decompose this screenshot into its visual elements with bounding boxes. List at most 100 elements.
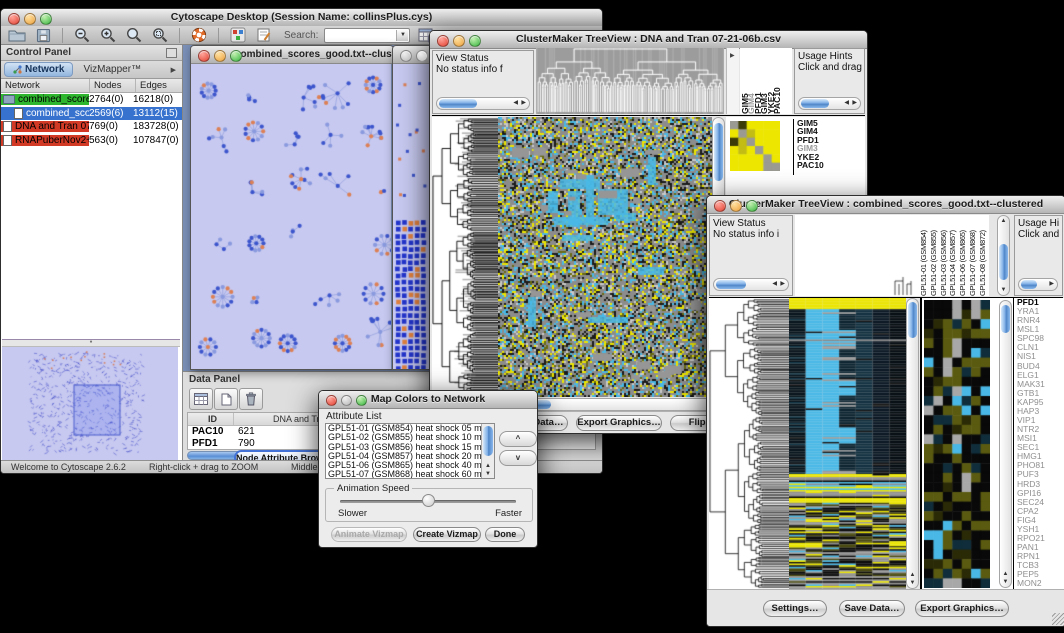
close-button[interactable] xyxy=(400,50,412,62)
move-down-button[interactable]: v xyxy=(499,450,537,466)
list-scrollbar[interactable]: ▲▼ xyxy=(481,424,494,478)
network-list-row[interactable]: combined_sco 2569(6) 13112(15) xyxy=(1,107,182,121)
zoom-button[interactable] xyxy=(40,13,52,25)
dialog-button[interactable]: Done xyxy=(485,527,525,542)
window-controls[interactable] xyxy=(326,395,367,406)
column-nodes[interactable]: Nodes xyxy=(90,79,136,92)
treeview2-titlebar[interactable]: ClusterMaker TreeView : combined_scores_… xyxy=(707,196,1064,214)
column-label[interactable]: GIM3 xyxy=(759,48,765,114)
treeview-button[interactable]: Export Graphics… xyxy=(576,415,662,431)
minimize-button[interactable] xyxy=(453,35,465,47)
zoom-button[interactable] xyxy=(469,35,481,47)
save-icon[interactable] xyxy=(33,27,53,44)
zoom-heatmap-canvas[interactable] xyxy=(924,300,990,588)
network-list-row[interactable]: DNA and Tran 07 769(0) 183728(0) xyxy=(1,120,182,134)
network-view-titlebar[interactable]: combined_scores_good.txt--cluste... xyxy=(191,46,393,64)
tab-vizmapper[interactable]: VizMapper™ xyxy=(73,64,151,75)
close-button[interactable] xyxy=(326,395,337,406)
splitter-handle[interactable]: ● xyxy=(2,340,180,347)
zoom-button[interactable] xyxy=(356,395,367,406)
help-lifebuoy-icon[interactable] xyxy=(189,27,209,44)
dialog-button[interactable]: Animate Vizmap xyxy=(331,527,407,542)
treeview-button[interactable]: Save Data… xyxy=(839,600,905,617)
close-button[interactable] xyxy=(8,13,20,25)
dialog-button[interactable]: Create Vizmap xyxy=(413,527,481,542)
minimize-button[interactable] xyxy=(214,50,226,62)
hints-scrollbar[interactable]: ▶ xyxy=(1018,278,1058,291)
minimize-button[interactable] xyxy=(730,200,742,212)
column-label[interactable]: GPL51-03 (GSM856) xyxy=(939,215,949,296)
select-attributes-icon[interactable] xyxy=(189,388,213,410)
zoom-out-icon[interactable] xyxy=(72,27,92,44)
heatmap-canvas[interactable] xyxy=(498,117,712,397)
resize-grip[interactable] xyxy=(1052,613,1064,625)
column-label[interactable]: GPL51-07 (GSM868) xyxy=(968,215,978,296)
minimize-button[interactable] xyxy=(341,395,352,406)
zoom-selected-icon[interactable] xyxy=(150,27,170,44)
hints-scrollbar[interactable]: ◀▶ xyxy=(798,97,861,110)
attribute-list[interactable]: GPL51-01 (GSM854) heat shock 05 minGPL51… xyxy=(325,423,495,479)
treeview1-titlebar[interactable]: ClusterMaker TreeView : DNA and Tran 07-… xyxy=(430,31,867,49)
vizmap-icon[interactable] xyxy=(228,27,248,44)
zoom-button[interactable] xyxy=(746,200,758,212)
gene-label[interactable]: MON2 xyxy=(1014,579,1064,588)
minimize-button[interactable] xyxy=(416,50,428,62)
network-graph-canvas[interactable] xyxy=(191,64,391,369)
column-network[interactable]: Network xyxy=(1,79,90,92)
zoom-in-icon[interactable] xyxy=(98,27,118,44)
move-up-button[interactable]: ^ xyxy=(499,431,537,447)
main-titlebar[interactable]: Cytoscape Desktop (Session Name: collins… xyxy=(1,9,602,27)
column-label[interactable]: GPL51-08 (GSM872) xyxy=(978,215,988,296)
column-label[interactable]: GIM4 xyxy=(746,48,752,114)
heatmap-canvas[interactable] xyxy=(789,298,906,589)
column-label[interactable]: GPL51-02 (GSM855) xyxy=(929,215,939,296)
row-dendrogram-canvas[interactable] xyxy=(709,298,789,589)
labels-vscrollbar[interactable]: ▲▼ xyxy=(997,215,1010,296)
column-dendrogram-canvas[interactable] xyxy=(536,48,724,114)
heatmap-vscrollbar[interactable]: ▲▼ xyxy=(906,298,919,589)
open-file-icon[interactable] xyxy=(7,27,27,44)
delete-attribute-trash-icon[interactable] xyxy=(239,388,263,410)
row-label[interactable]: PAC10 xyxy=(794,161,864,169)
search-input[interactable]: ▼ xyxy=(324,28,410,43)
dialog-titlebar[interactable]: Map Colors to Network xyxy=(319,391,537,409)
annotation-icon[interactable] xyxy=(254,27,274,44)
gene-list-vscrollbar[interactable]: ▲▼ xyxy=(999,300,1012,588)
column-label[interactable]: GPL51-01 (GSM854) xyxy=(919,215,929,296)
window-controls[interactable] xyxy=(8,13,52,25)
column-label[interactable]: YKE2 xyxy=(766,48,772,114)
column-label[interactable]: GPL51-04 (GSM857) xyxy=(948,215,958,296)
treeview-button[interactable]: Settings… xyxy=(763,600,827,617)
column-label[interactable]: GPL51-06 (GSM865) xyxy=(958,215,968,296)
tabs-overflow-icon[interactable]: ▶ xyxy=(171,66,176,74)
float-panel-icon[interactable] xyxy=(166,48,177,58)
speed-slider-thumb[interactable] xyxy=(422,494,435,507)
tab-network[interactable]: Network xyxy=(4,62,73,77)
treeview-button[interactable]: Export Graphics… xyxy=(915,600,1009,617)
window-controls[interactable] xyxy=(714,200,758,212)
network-list-row[interactable]: combined_scores 2764(0) 16218(0) xyxy=(1,93,182,107)
minimize-button[interactable] xyxy=(24,13,36,25)
window-controls[interactable] xyxy=(198,50,242,62)
new-attribute-icon[interactable] xyxy=(214,388,238,410)
row-dendrogram-canvas[interactable] xyxy=(432,117,498,397)
network-overview-canvas[interactable] xyxy=(2,347,178,460)
column-edges[interactable]: Edges xyxy=(136,79,182,92)
background-window-titlebar[interactable] xyxy=(393,46,432,64)
close-button[interactable] xyxy=(437,35,449,47)
window-controls[interactable] xyxy=(400,50,433,62)
zoom-heatmap-canvas[interactable] xyxy=(730,121,780,171)
zoom-button[interactable] xyxy=(230,50,242,62)
status-scrollbar[interactable]: ◀▶ xyxy=(713,278,789,291)
column-dendrogram-canvas[interactable] xyxy=(795,215,915,296)
column-id[interactable]: ID xyxy=(188,413,234,425)
background-network-canvas[interactable] xyxy=(393,64,430,369)
attribute-item[interactable]: GPL51-07 (GSM868) heat shock 60 min xyxy=(326,470,494,479)
expand-icon[interactable]: ▶ xyxy=(730,52,735,59)
column-label[interactable]: PAC10 xyxy=(772,48,778,114)
zoom-fit-icon[interactable] xyxy=(124,27,144,44)
close-button[interactable] xyxy=(198,50,210,62)
window-controls[interactable] xyxy=(437,35,481,47)
status-scrollbar[interactable]: ◀▶ xyxy=(436,97,530,110)
search-dropdown-icon[interactable]: ▼ xyxy=(396,30,408,41)
